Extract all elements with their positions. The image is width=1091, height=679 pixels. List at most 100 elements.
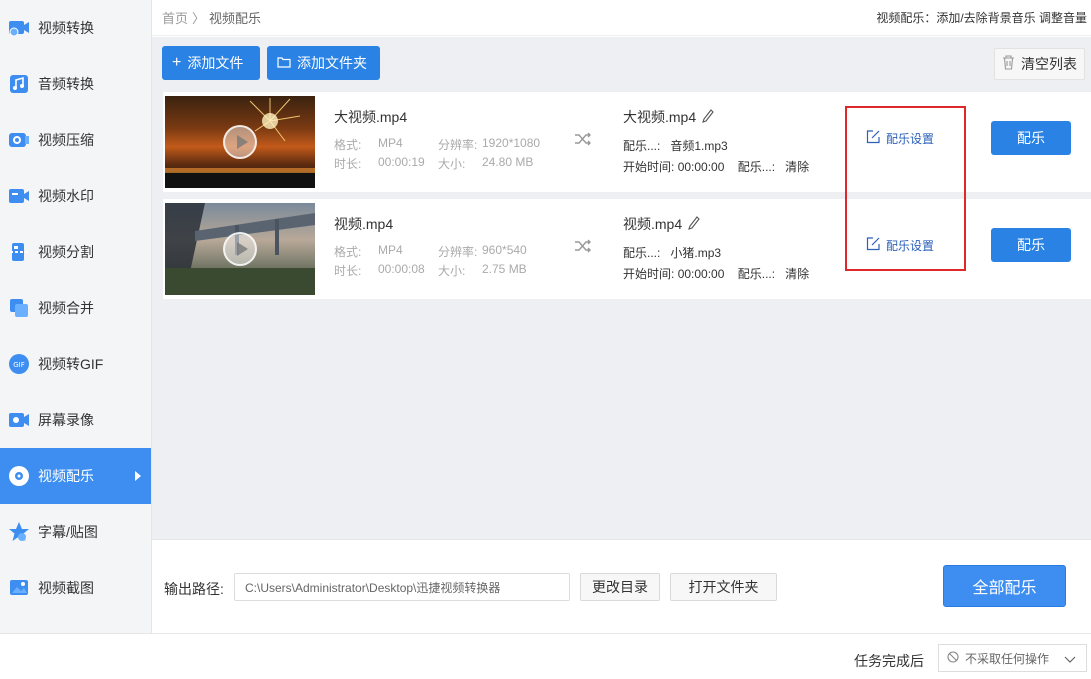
- clear-list-label: 清空列表: [1021, 56, 1077, 72]
- sidebar-item-label: 视频转换: [38, 20, 94, 36]
- add-folder-button[interactable]: 添加文件夹: [267, 46, 380, 80]
- file-name: 大视频.mp4: [334, 109, 408, 125]
- add-music-button[interactable]: 配乐: [991, 121, 1071, 155]
- size-label: 大小:: [438, 157, 466, 171]
- play-icon[interactable]: [223, 125, 257, 159]
- sidebar-item-video-gif[interactable]: GIF 视频转GIF: [0, 336, 151, 392]
- play-icon[interactable]: [223, 232, 257, 266]
- format-value: MP4: [378, 243, 403, 257]
- video-music-icon: [8, 465, 30, 487]
- screen-record-icon: [8, 409, 30, 431]
- page-hint: 视频配乐：添加/去除背景音乐 调整音量: [876, 11, 1087, 25]
- after-task-value: 不采取任何操作: [965, 651, 1050, 666]
- output-path-label: 输出路径:: [164, 581, 224, 597]
- sidebar-item-label: 屏幕录像: [38, 412, 94, 428]
- sidebar-item-video-screenshot[interactable]: 视频截图: [0, 560, 151, 616]
- pencil-icon[interactable]: [688, 215, 700, 233]
- start-line: 开始时间: 00:00:00 配乐...: 清除: [623, 265, 809, 282]
- sidebar: 视频转换 音频转换 视频压缩 视频水印 视频分割 视频合并 GIF 视频转GIF…: [0, 0, 152, 633]
- prohibited-icon: [947, 650, 959, 666]
- video-thumbnail[interactable]: [165, 96, 315, 188]
- duration-value: 00:00:19: [378, 155, 425, 169]
- music-file: 小猪.mp3: [670, 246, 722, 260]
- header-bar: 首页 〉 视频配乐 视频配乐：添加/去除背景音乐 调整音量: [152, 0, 1091, 36]
- sidebar-item-video-compress[interactable]: 视频压缩: [0, 112, 151, 168]
- duration-label: 时长:: [334, 157, 362, 171]
- add-folder-label: 添加文件夹: [297, 55, 367, 71]
- video-screenshot-icon: [8, 577, 30, 599]
- svg-text:GIF: GIF: [13, 361, 25, 369]
- music-label: 配乐...:: [623, 246, 661, 260]
- output-name: 视频.mp4: [623, 214, 700, 234]
- music-label: 配乐...:: [623, 139, 661, 153]
- sidebar-item-label: 音频转换: [38, 76, 94, 92]
- clear-music-link[interactable]: 清除: [785, 267, 809, 281]
- add-file-button[interactable]: + 添加文件: [162, 46, 260, 80]
- after-task-label: 任务完成后: [854, 653, 924, 669]
- breadcrumb: 首页 〉 视频配乐: [162, 8, 261, 27]
- footer-bar: 任务完成后 不采取任何操作: [0, 633, 1091, 679]
- highlight-box: [845, 106, 966, 271]
- sidebar-item-label: 视频压缩: [38, 132, 94, 148]
- sidebar-item-label: 视频转GIF: [38, 356, 104, 372]
- video-merge-icon: [8, 297, 30, 319]
- gif-icon: GIF: [8, 353, 30, 375]
- duration-value: 00:00:08: [378, 262, 425, 276]
- music-file: 音频1.mp3: [670, 139, 728, 153]
- resolution-value: 960*540: [482, 243, 527, 257]
- resolution-value: 1920*1080: [482, 136, 541, 150]
- apply-all-music-button[interactable]: 全部配乐: [943, 565, 1066, 607]
- shuffle-icon: [574, 239, 592, 256]
- file-name: 视频.mp4: [334, 216, 394, 232]
- duration-label: 时长:: [334, 264, 362, 278]
- open-folder-button[interactable]: 打开文件夹: [670, 573, 777, 601]
- sidebar-item-label: 视频分割: [38, 244, 94, 260]
- sidebar-item-label: 字幕/贴图: [38, 524, 98, 540]
- start-label: 开始时间:: [623, 160, 675, 174]
- sidebar-item-video-convert[interactable]: 视频转换: [0, 0, 151, 56]
- music-volume-label: 配乐...:: [737, 160, 776, 174]
- output-bar: 输出路径: 更改目录 打开文件夹 全部配乐: [152, 539, 1091, 633]
- change-directory-button[interactable]: 更改目录: [580, 573, 660, 601]
- sidebar-item-label: 视频合并: [38, 300, 94, 316]
- breadcrumb-separator: 〉: [192, 11, 206, 26]
- start-line: 开始时间: 00:00:00 配乐...: 清除: [623, 158, 809, 175]
- start-value: 00:00:00: [677, 160, 725, 174]
- subtitle-sticker-icon: [8, 521, 30, 543]
- video-thumbnail[interactable]: [165, 203, 315, 295]
- size-label: 大小:: [438, 264, 466, 278]
- format-value: MP4: [378, 136, 403, 150]
- folder-icon: [277, 55, 291, 71]
- pencil-icon[interactable]: [702, 108, 714, 126]
- resolution-label: 分辨率:: [438, 245, 478, 259]
- music-line: 配乐...: 小猪.mp3: [623, 244, 721, 261]
- shuffle-icon: [574, 132, 592, 149]
- clear-list-button[interactable]: 清空列表: [994, 48, 1085, 80]
- music-volume-label: 配乐...:: [737, 267, 776, 281]
- output-file-name: 大视频.mp4: [623, 109, 697, 125]
- sidebar-item-subtitle-sticker[interactable]: 字幕/贴图: [0, 504, 151, 560]
- sidebar-item-screen-record[interactable]: 屏幕录像: [0, 392, 151, 448]
- sidebar-item-video-watermark[interactable]: 视频水印: [0, 168, 151, 224]
- output-name: 大视频.mp4: [623, 107, 714, 127]
- breadcrumb-home[interactable]: 首页: [162, 8, 188, 27]
- video-convert-icon: [8, 17, 30, 39]
- sidebar-item-video-music[interactable]: 视频配乐: [0, 448, 151, 504]
- sidebar-item-label: 视频水印: [38, 188, 94, 204]
- output-path-input[interactable]: [234, 573, 570, 601]
- sidebar-item-audio-convert[interactable]: 音频转换: [0, 56, 151, 112]
- sidebar-item-video-split[interactable]: 视频分割: [0, 224, 151, 280]
- video-compress-icon: [8, 129, 30, 151]
- add-music-button[interactable]: 配乐: [991, 228, 1071, 262]
- add-file-label: 添加文件: [187, 55, 244, 71]
- audio-convert-icon: [8, 73, 30, 95]
- sidebar-item-video-merge[interactable]: 视频合并: [0, 280, 151, 336]
- size-value: 2.75 MB: [482, 262, 527, 276]
- video-split-icon: [8, 241, 30, 263]
- chevron-right-icon: [135, 471, 141, 481]
- after-task-select[interactable]: 不采取任何操作: [938, 644, 1087, 672]
- clear-music-link[interactable]: 清除: [785, 160, 809, 174]
- start-label: 开始时间:: [623, 267, 675, 281]
- format-label: 格式:: [334, 245, 362, 259]
- start-value: 00:00:00: [677, 267, 725, 281]
